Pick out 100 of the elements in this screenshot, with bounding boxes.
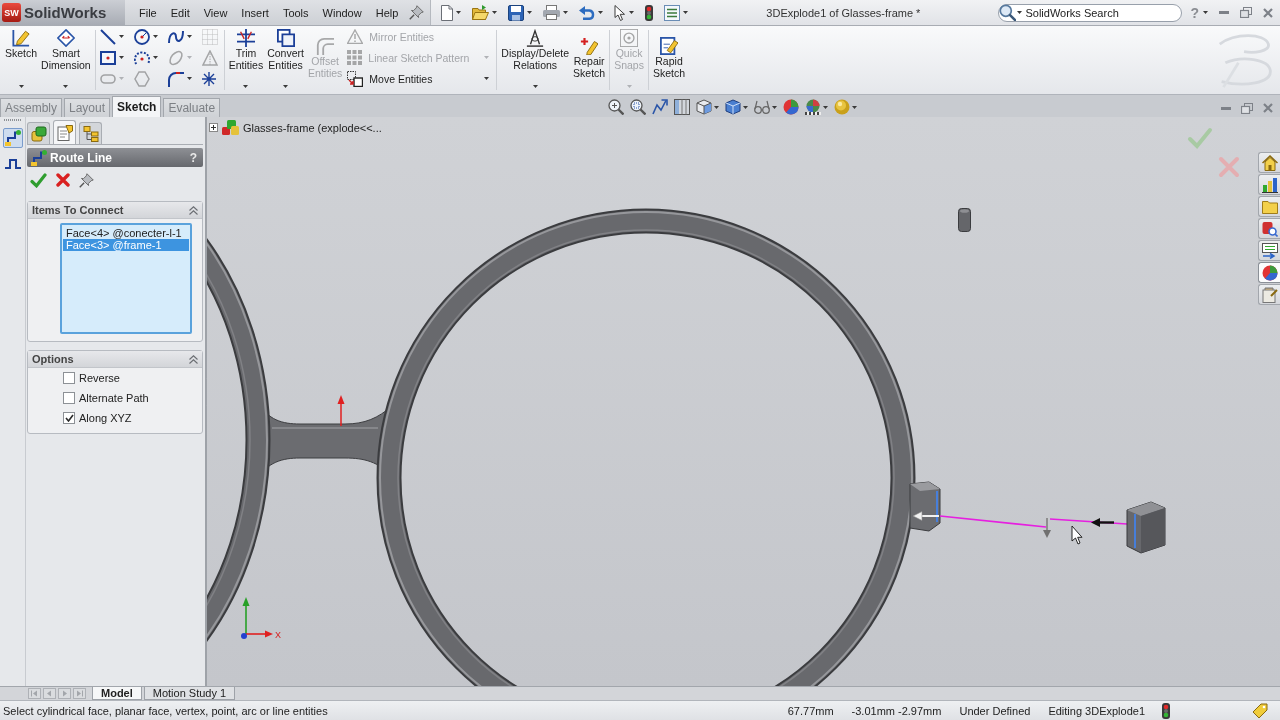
line-icon[interactable]: [99, 28, 116, 45]
point-icon[interactable]: [201, 71, 216, 86]
command-button[interactable]: Rapid Sketch: [650, 34, 688, 81]
undo-icon[interactable]: [579, 5, 596, 20]
tab[interactable]: Motion Study 1: [143, 687, 236, 700]
panel-tab[interactable]: [79, 122, 102, 144]
arc-icon[interactable]: [133, 49, 150, 66]
caret-icon[interactable]: [186, 77, 192, 80]
caret-icon[interactable]: [743, 105, 749, 109]
restore-icon[interactable]: [1241, 102, 1253, 114]
caret-icon[interactable]: [527, 11, 533, 14]
task-pane-tab[interactable]: [1258, 262, 1280, 283]
expand-box-icon[interactable]: [209, 123, 218, 132]
menu-item[interactable]: Insert: [234, 6, 276, 19]
rectangle-icon[interactable]: [99, 49, 116, 66]
command-button[interactable]: Repair Sketch: [571, 34, 608, 81]
restore-icon[interactable]: [1240, 7, 1252, 18]
close-icon[interactable]: [1263, 7, 1273, 18]
pointer-icon[interactable]: [614, 4, 627, 21]
menu-item[interactable]: File: [132, 6, 164, 19]
fillet-icon[interactable]: [167, 70, 184, 87]
traffic-light-icon[interactable]: [645, 4, 654, 21]
caret-icon[interactable]: [456, 11, 462, 14]
caret-icon[interactable]: [563, 11, 569, 14]
previous-view-icon[interactable]: [652, 99, 669, 115]
checkmark-icon[interactable]: [30, 172, 47, 188]
scene-icon[interactable]: [805, 99, 822, 115]
caret-icon[interactable]: [1017, 11, 1023, 14]
tab[interactable]: Model: [92, 687, 142, 700]
caret-icon[interactable]: [243, 85, 249, 88]
list-item[interactable]: Face<4> @conecter-l-1: [63, 227, 189, 239]
menu-item[interactable]: Edit: [163, 6, 197, 19]
arrow-icon[interactable]: [1091, 518, 1114, 527]
arrow-icon[interactable]: [912, 511, 940, 521]
command-button[interactable]: Convert Entities: [265, 26, 306, 73]
pushpin-icon[interactable]: [79, 172, 94, 188]
new-document-icon[interactable]: [441, 4, 454, 21]
caret-icon[interactable]: [714, 105, 720, 109]
open-folder-icon[interactable]: [472, 5, 490, 20]
collapse-icon[interactable]: [189, 205, 198, 215]
caret-icon[interactable]: [63, 85, 69, 88]
command-button[interactable]: Trim Entities: [226, 26, 266, 73]
caret-icon[interactable]: [532, 85, 538, 88]
checkbox[interactable]: [63, 372, 75, 384]
selection-list[interactable]: Face<4> @conecter-l-1 Face<3> @frame-1: [60, 223, 192, 334]
menu-item[interactable]: Window: [315, 6, 369, 19]
pushpin-icon[interactable]: [409, 5, 425, 20]
tab[interactable]: Sketch: [112, 96, 162, 117]
caret-icon[interactable]: [683, 11, 689, 14]
pie-chart-icon[interactable]: [783, 99, 800, 115]
task-pane-tab[interactable]: [1258, 240, 1280, 261]
menu-item[interactable]: View: [196, 6, 235, 19]
caret-icon[interactable]: [283, 85, 289, 88]
command-button[interactable]: Display/Delete Relations: [499, 26, 572, 73]
dimension-icon: [56, 29, 75, 47]
cancel-icon[interactable]: [56, 173, 70, 187]
sidebar-tool[interactable]: [2, 128, 23, 148]
menu-item[interactable]: Help: [368, 6, 406, 19]
panel-tab[interactable]: [27, 122, 50, 144]
caret-icon[interactable]: [772, 105, 778, 109]
caret-icon[interactable]: [629, 11, 635, 14]
collapse-icon[interactable]: [189, 354, 198, 364]
command-button[interactable]: Move Entities: [347, 70, 433, 87]
connector-drawing: [1126, 501, 1166, 554]
zoom-fit-icon[interactable]: [608, 99, 625, 115]
caret-icon[interactable]: [823, 105, 829, 109]
tag-icon[interactable]: [1252, 702, 1268, 719]
command-button[interactable]: Sketch: [3, 26, 40, 61]
command-button[interactable]: Smart Dimension: [39, 26, 93, 73]
caret-icon[interactable]: [152, 35, 158, 38]
task-pane-tab[interactable]: [1258, 218, 1280, 239]
printer-icon[interactable]: [543, 5, 561, 20]
section-view-icon[interactable]: [674, 99, 691, 115]
task-pane-tab[interactable]: [1258, 174, 1280, 195]
menu-item[interactable]: Tools: [275, 6, 316, 19]
window-title: 3DExplode1 of Glasses-frame *: [765, 6, 922, 19]
checkbox[interactable]: [63, 412, 75, 424]
display-style-icon[interactable]: [725, 99, 742, 115]
zoom-area-icon[interactable]: [630, 99, 647, 115]
checkbox[interactable]: [63, 392, 75, 404]
caret-icon[interactable]: [492, 11, 498, 14]
save-icon[interactable]: [508, 4, 525, 21]
tree-item[interactable]: Glasses-frame (explode<<...: [243, 121, 382, 134]
search-field[interactable]: SolidWorks Search: [998, 3, 1183, 22]
caret-icon[interactable]: [18, 85, 24, 88]
caret-icon[interactable]: [152, 56, 158, 59]
route-line-icon: [4, 130, 21, 146]
caret-icon[interactable]: [186, 35, 192, 38]
caret-icon[interactable]: [484, 77, 490, 80]
view-orientation-icon[interactable]: [696, 99, 713, 115]
circle-icon[interactable]: [133, 28, 150, 45]
caret-icon[interactable]: [852, 105, 858, 109]
glasses-icon[interactable]: [754, 100, 771, 114]
caret-icon[interactable]: [118, 56, 124, 59]
panel-tab[interactable]: [53, 120, 76, 144]
caret-icon[interactable]: [598, 11, 604, 14]
caret-icon[interactable]: [1203, 11, 1208, 14]
checklist-icon[interactable]: [664, 4, 681, 21]
spline-icon[interactable]: [167, 28, 184, 45]
caret-icon[interactable]: [118, 35, 124, 38]
